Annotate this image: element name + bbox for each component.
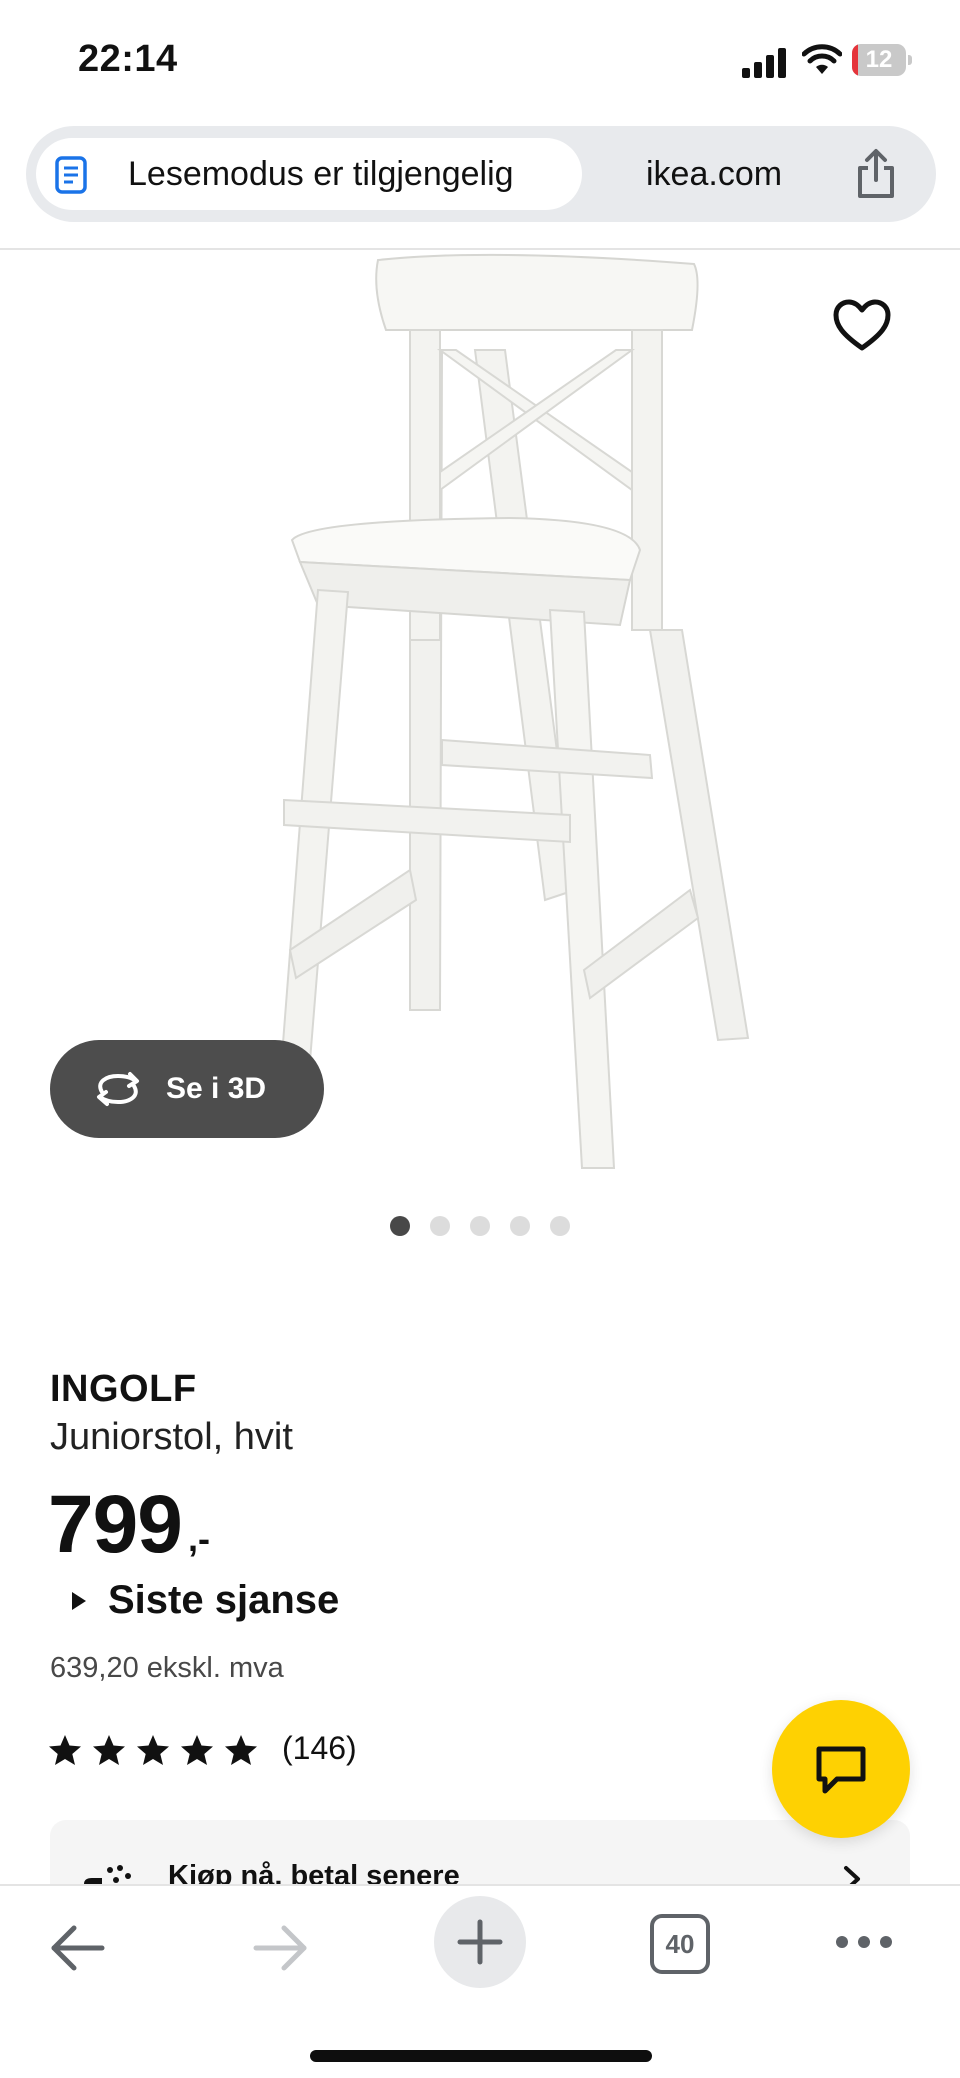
chat-button[interactable] [772, 1700, 910, 1838]
product-price: 799 [48, 1479, 183, 1570]
last-chance-label: Siste sjanse [108, 1578, 340, 1622]
star-icon [137, 1735, 169, 1765]
plus-icon [457, 1919, 503, 1965]
star-icon [181, 1735, 213, 1765]
chat-icon [816, 1746, 866, 1794]
rating[interactable]: (146) [48, 1730, 448, 1774]
status-time: 22:14 [78, 38, 178, 80]
image-carousel-dots[interactable] [390, 1216, 570, 1240]
url-domain[interactable]: ikea.com [646, 126, 782, 222]
chair-image [276, 253, 750, 1169]
battery-icon: 12 [852, 44, 912, 76]
reader-icon [55, 156, 87, 194]
new-tab-button[interactable] [434, 1896, 526, 1988]
star-icon [225, 1735, 257, 1765]
wifi-icon [802, 44, 842, 74]
back-arrow-icon[interactable] [48, 1920, 108, 1976]
browser-toolbar: 40 [0, 1884, 960, 2078]
star-icon [93, 1735, 125, 1765]
carousel-dot[interactable] [470, 1216, 490, 1236]
heart-icon[interactable] [832, 298, 892, 354]
share-icon[interactable] [852, 148, 900, 200]
signal-icon [742, 48, 786, 78]
carousel-dot[interactable] [510, 1216, 530, 1236]
rotate-icon [97, 1072, 139, 1106]
view-3d-label: Se i 3D [166, 1072, 267, 1105]
address-bar[interactable]: Lesemodus er tilgjengelig ikea.com [26, 126, 936, 222]
star-icon [49, 1735, 81, 1765]
product-name: INGOLF [50, 1368, 197, 1410]
tabs-icon[interactable]: 40 [650, 1914, 710, 1974]
review-count: (146) [282, 1730, 357, 1766]
triangle-right-icon [72, 1592, 86, 1610]
battery-level: 12 [865, 46, 893, 73]
price-ex-vat: 639,20 ekskl. mva [50, 1652, 284, 1684]
more-icon[interactable] [834, 1932, 894, 1952]
status-bar: 22:14 12 [0, 0, 960, 120]
carousel-dot[interactable] [430, 1216, 450, 1236]
carousel-dot[interactable] [550, 1216, 570, 1236]
view-3d-button[interactable]: Se i 3D [50, 1040, 324, 1138]
reader-mode-label: Lesemodus er tilgjengelig [128, 155, 514, 193]
price-suffix: ,- [188, 1518, 210, 1559]
forward-arrow-icon[interactable] [250, 1920, 310, 1976]
carousel-dot[interactable] [390, 1216, 410, 1236]
product-description: Juniorstol, hvit [50, 1416, 293, 1458]
reader-mode-button[interactable]: Lesemodus er tilgjengelig [36, 138, 582, 210]
home-indicator [310, 2050, 652, 2062]
